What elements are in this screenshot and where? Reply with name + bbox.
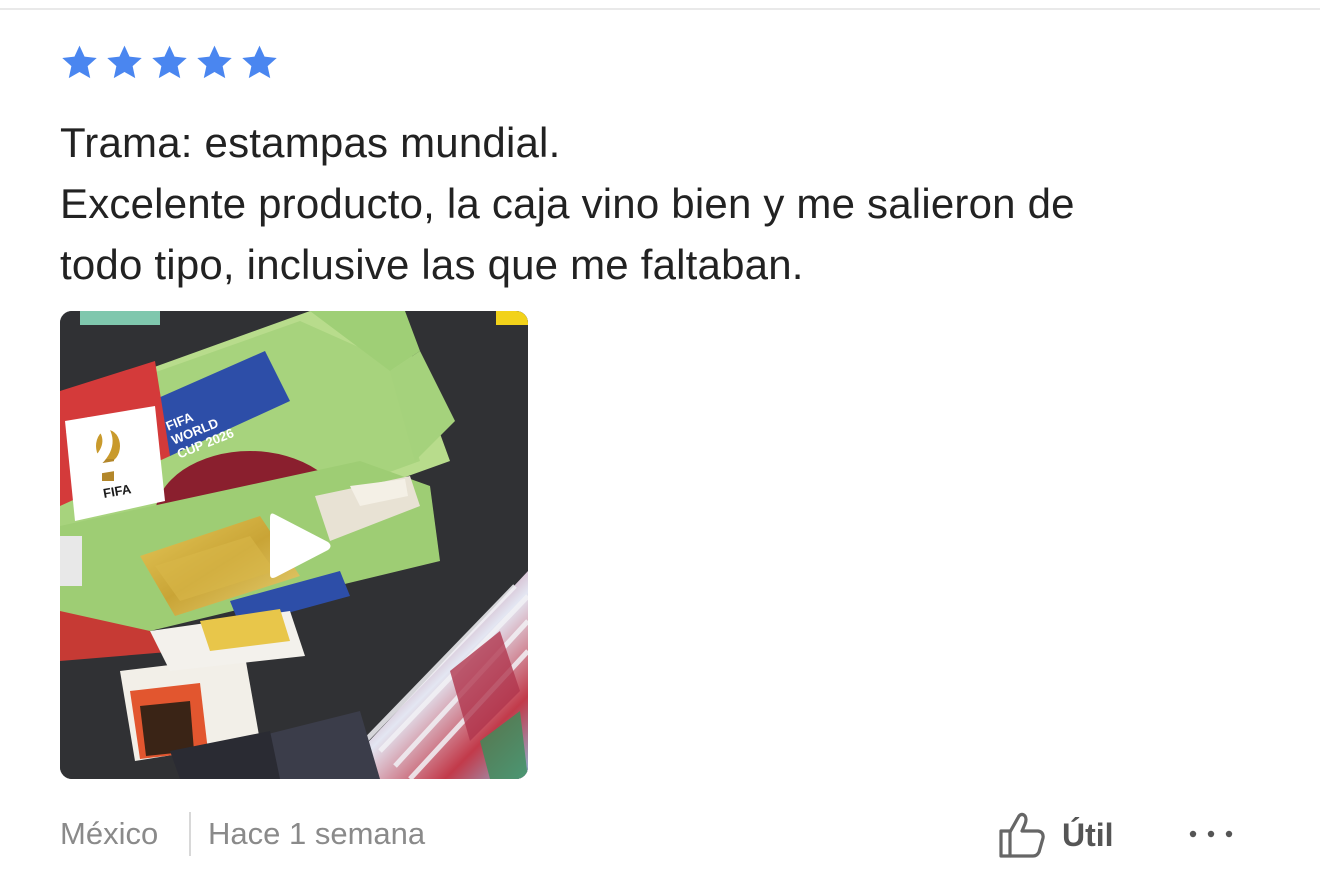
review-line: Excelente producto, la caja vino bien y …: [60, 180, 1075, 227]
review-video-thumbnail[interactable]: FIFA FIFA WORLD CUP 2026: [60, 311, 528, 779]
footer-divider: [189, 812, 191, 856]
review-date: Hace 1 semana: [208, 816, 426, 851]
play-icon[interactable]: [264, 508, 334, 584]
star-icon: [240, 44, 279, 82]
helpful-button[interactable]: Útil: [998, 812, 1114, 858]
review-line: Trama: estampas mundial.: [60, 119, 561, 166]
review-footer: México Hace 1 semana Útil: [60, 812, 1240, 858]
review-line: todo tipo, inclusive las que me faltaban…: [60, 241, 804, 288]
more-options-icon[interactable]: [1186, 820, 1236, 848]
star-icon: [60, 44, 99, 82]
star-icon: [195, 44, 234, 82]
star-icon: [150, 44, 189, 82]
star-icon: [105, 44, 144, 82]
helpful-label: Útil: [1062, 816, 1114, 853]
top-divider: [0, 8, 1320, 10]
star-rating: [60, 44, 279, 82]
review-text: Trama: estampas mundial. Excelente produ…: [60, 112, 1240, 295]
review-country: México: [60, 816, 159, 851]
thumbs-up-icon: [999, 812, 1045, 858]
